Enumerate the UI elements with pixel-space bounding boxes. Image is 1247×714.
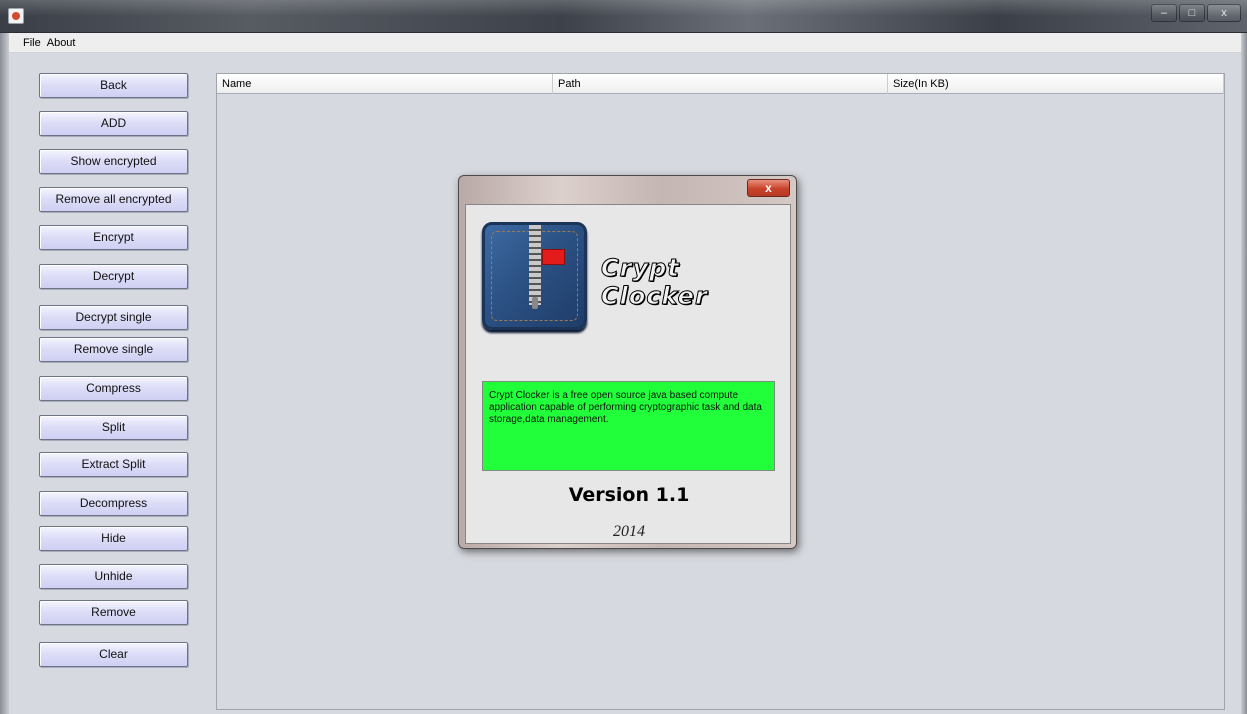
menu-file[interactable]: File	[23, 37, 41, 49]
java-app-icon	[8, 8, 24, 24]
add-button[interactable]: ADD	[39, 111, 188, 136]
hide-button[interactable]: Hide	[39, 526, 188, 551]
unhide-button[interactable]: Unhide	[39, 564, 188, 589]
menu-bar: File About	[9, 33, 1241, 53]
split-button[interactable]: Split	[39, 415, 188, 440]
table-header: Name Path Size(In KB)	[217, 74, 1224, 94]
column-header-path[interactable]: Path	[553, 74, 888, 94]
maximize-button[interactable]: □	[1179, 4, 1205, 22]
app-description: Crypt Clocker is a free open source java…	[482, 381, 775, 471]
window-titlebar[interactable]: – □ x	[0, 0, 1247, 33]
zipper-icon	[529, 225, 541, 305]
remove-button[interactable]: Remove	[39, 600, 188, 625]
about-dialog-body: Crypt Clocker Crypt Clocker is a free op…	[465, 204, 791, 544]
compress-button[interactable]: Compress	[39, 376, 188, 401]
decompress-button[interactable]: Decompress	[39, 491, 188, 516]
clear-button[interactable]: Clear	[39, 642, 188, 667]
menu-about[interactable]: About	[47, 37, 76, 49]
window-controls: – □ x	[1151, 4, 1241, 22]
column-header-size[interactable]: Size(In KB)	[888, 74, 1224, 94]
encrypt-button[interactable]: Encrypt	[39, 225, 188, 250]
version-label: Version 1.1	[568, 484, 690, 506]
window-frame-left	[0, 33, 9, 714]
decrypt-single-button[interactable]: Decrypt single	[39, 305, 188, 330]
extract-split-button[interactable]: Extract Split	[39, 452, 188, 477]
window-frame-right	[1241, 33, 1247, 714]
remove-single-button[interactable]: Remove single	[39, 337, 188, 362]
dialog-close-button[interactable]: x	[747, 179, 790, 197]
back-button[interactable]: Back	[39, 73, 188, 98]
show-encrypted-button[interactable]: Show encrypted	[39, 149, 188, 174]
column-header-name[interactable]: Name	[217, 74, 553, 94]
about-dialog: x Crypt Clocker Crypt Clocker is a free …	[458, 175, 797, 549]
flag-icon	[542, 249, 565, 265]
close-button[interactable]: x	[1207, 4, 1241, 22]
minimize-button[interactable]: –	[1151, 4, 1177, 22]
remove-all-encrypted-button[interactable]: Remove all encrypted	[39, 187, 188, 212]
year-label: 2014	[613, 523, 645, 540]
decrypt-button[interactable]: Decrypt	[39, 264, 188, 289]
crypt-clocker-logo-icon	[482, 222, 587, 330]
brand-title: Crypt Clocker	[601, 254, 708, 311]
